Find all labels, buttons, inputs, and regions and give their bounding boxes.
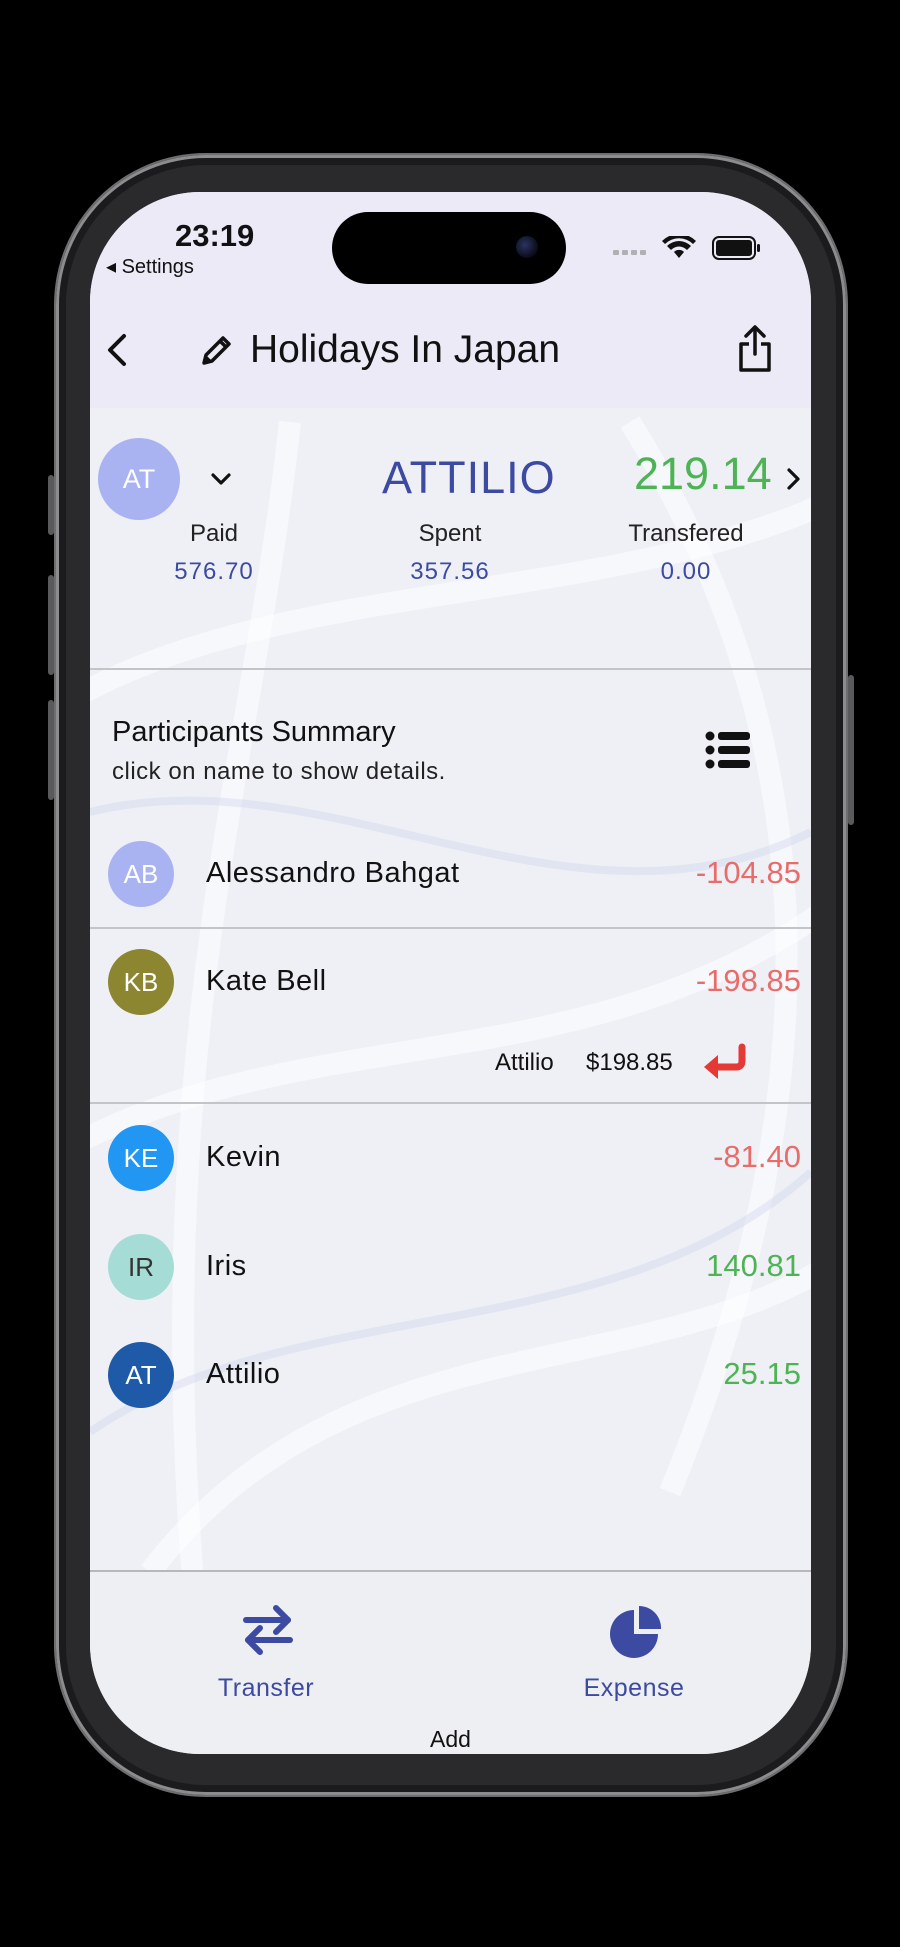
participant-avatar: IR (108, 1234, 174, 1300)
power-button (848, 675, 854, 825)
debt-recipient: Attilio (495, 1049, 554, 1076)
participant-name[interactable]: Iris (206, 1250, 247, 1283)
participant-avatar: AB (108, 841, 174, 907)
volume-down-button (48, 700, 54, 800)
return-arrow-icon[interactable] (702, 1043, 748, 1079)
stat-transfered-value: 0.00 (660, 558, 712, 585)
add-label: Add (430, 1726, 471, 1752)
stat-paid-label: Paid (189, 520, 239, 547)
dynamic-island (332, 212, 566, 284)
transfer-arrows-icon (243, 1605, 293, 1655)
nav-header: 23:19 ◂ Settings Holidays In Japan (90, 192, 811, 408)
list-icon[interactable] (705, 730, 751, 770)
participant-avatar: AT (108, 1342, 174, 1408)
stat-spent-value: 357.56 (410, 558, 490, 585)
back-to-settings-link[interactable]: ◂ Settings (106, 254, 194, 279)
participant-name[interactable]: Alessandro Bahgat (206, 857, 460, 890)
participant-balance: -198.85 (695, 963, 801, 998)
transfer-button[interactable]: Transfer (166, 1572, 366, 1712)
pie-chart-icon (610, 1606, 662, 1658)
summary-subtitle: click on name to show details. (112, 758, 446, 785)
stat-paid-value: 576.70 (174, 558, 254, 585)
cellular-signal-icon (613, 250, 646, 255)
stat-spent-label: Spent (418, 520, 482, 547)
title-edit-area[interactable]: Holidays In Japan (198, 328, 560, 372)
participant-balance: -81.40 (713, 1139, 801, 1174)
participant-row[interactable]: AT Attilio 25.15 (90, 1330, 811, 1420)
current-user-panel: AT ATTILIO 219.14 Paid 576.70 Spent 357.… (90, 408, 811, 618)
user-avatar[interactable]: AT (98, 438, 180, 520)
chevron-right-icon[interactable] (785, 466, 803, 492)
bottom-bar: Transfer Expense Add (90, 1570, 811, 1754)
chevron-down-icon[interactable] (208, 466, 234, 492)
stat-transfered-label: Transfered (628, 520, 744, 547)
participant-row[interactable]: AB Alessandro Bahgat -104.85 (90, 829, 811, 919)
participant-balance: 140.81 (706, 1248, 801, 1283)
divider (90, 1102, 811, 1104)
volume-up-button (48, 575, 54, 675)
participant-name[interactable]: Attilio (206, 1358, 280, 1391)
participant-row[interactable]: KB Kate Bell -198.85 (90, 937, 811, 1027)
user-balance: 219.14 (634, 448, 772, 499)
divider (90, 927, 811, 929)
participant-name[interactable]: Kate Bell (206, 965, 327, 998)
share-icon[interactable] (735, 324, 775, 374)
back-chevron-icon[interactable] (98, 330, 138, 370)
participant-row[interactable]: KE Kevin -81.40 (90, 1113, 811, 1203)
expense-label: Expense (583, 1674, 685, 1702)
status-icons (613, 236, 760, 260)
summary-title: Participants Summary (112, 716, 396, 748)
camera-dot (516, 236, 538, 258)
stat-transfered: Transfered 0.00 (586, 520, 786, 586)
participant-balance: -104.85 (695, 855, 801, 890)
battery-icon (712, 236, 760, 260)
participant-avatar: KB (108, 949, 174, 1015)
expense-button[interactable]: Expense (534, 1572, 734, 1712)
app-screen: 23:19 ◂ Settings Holidays In Japan AT AT… (90, 192, 811, 1754)
stat-spent: Spent 357.56 (350, 520, 550, 586)
participant-name[interactable]: Kevin (206, 1141, 281, 1174)
wifi-icon (662, 236, 696, 258)
user-name[interactable]: ATTILIO (382, 452, 556, 504)
participant-row[interactable]: IR Iris 140.81 (90, 1222, 811, 1312)
participant-balance: 25.15 (723, 1356, 801, 1391)
pencil-icon (202, 336, 231, 365)
action-button (48, 475, 54, 535)
debt-detail-row: Attilio $198.85 (90, 1037, 811, 1097)
page-title: Holidays In Japan (250, 328, 561, 371)
transfer-label: Transfer (217, 1674, 315, 1702)
participant-avatar: KE (108, 1125, 174, 1191)
divider (90, 668, 811, 670)
status-time: 23:19 (175, 218, 255, 253)
debt-amount: $198.85 (586, 1049, 673, 1076)
stat-paid: Paid 576.70 (114, 520, 314, 586)
